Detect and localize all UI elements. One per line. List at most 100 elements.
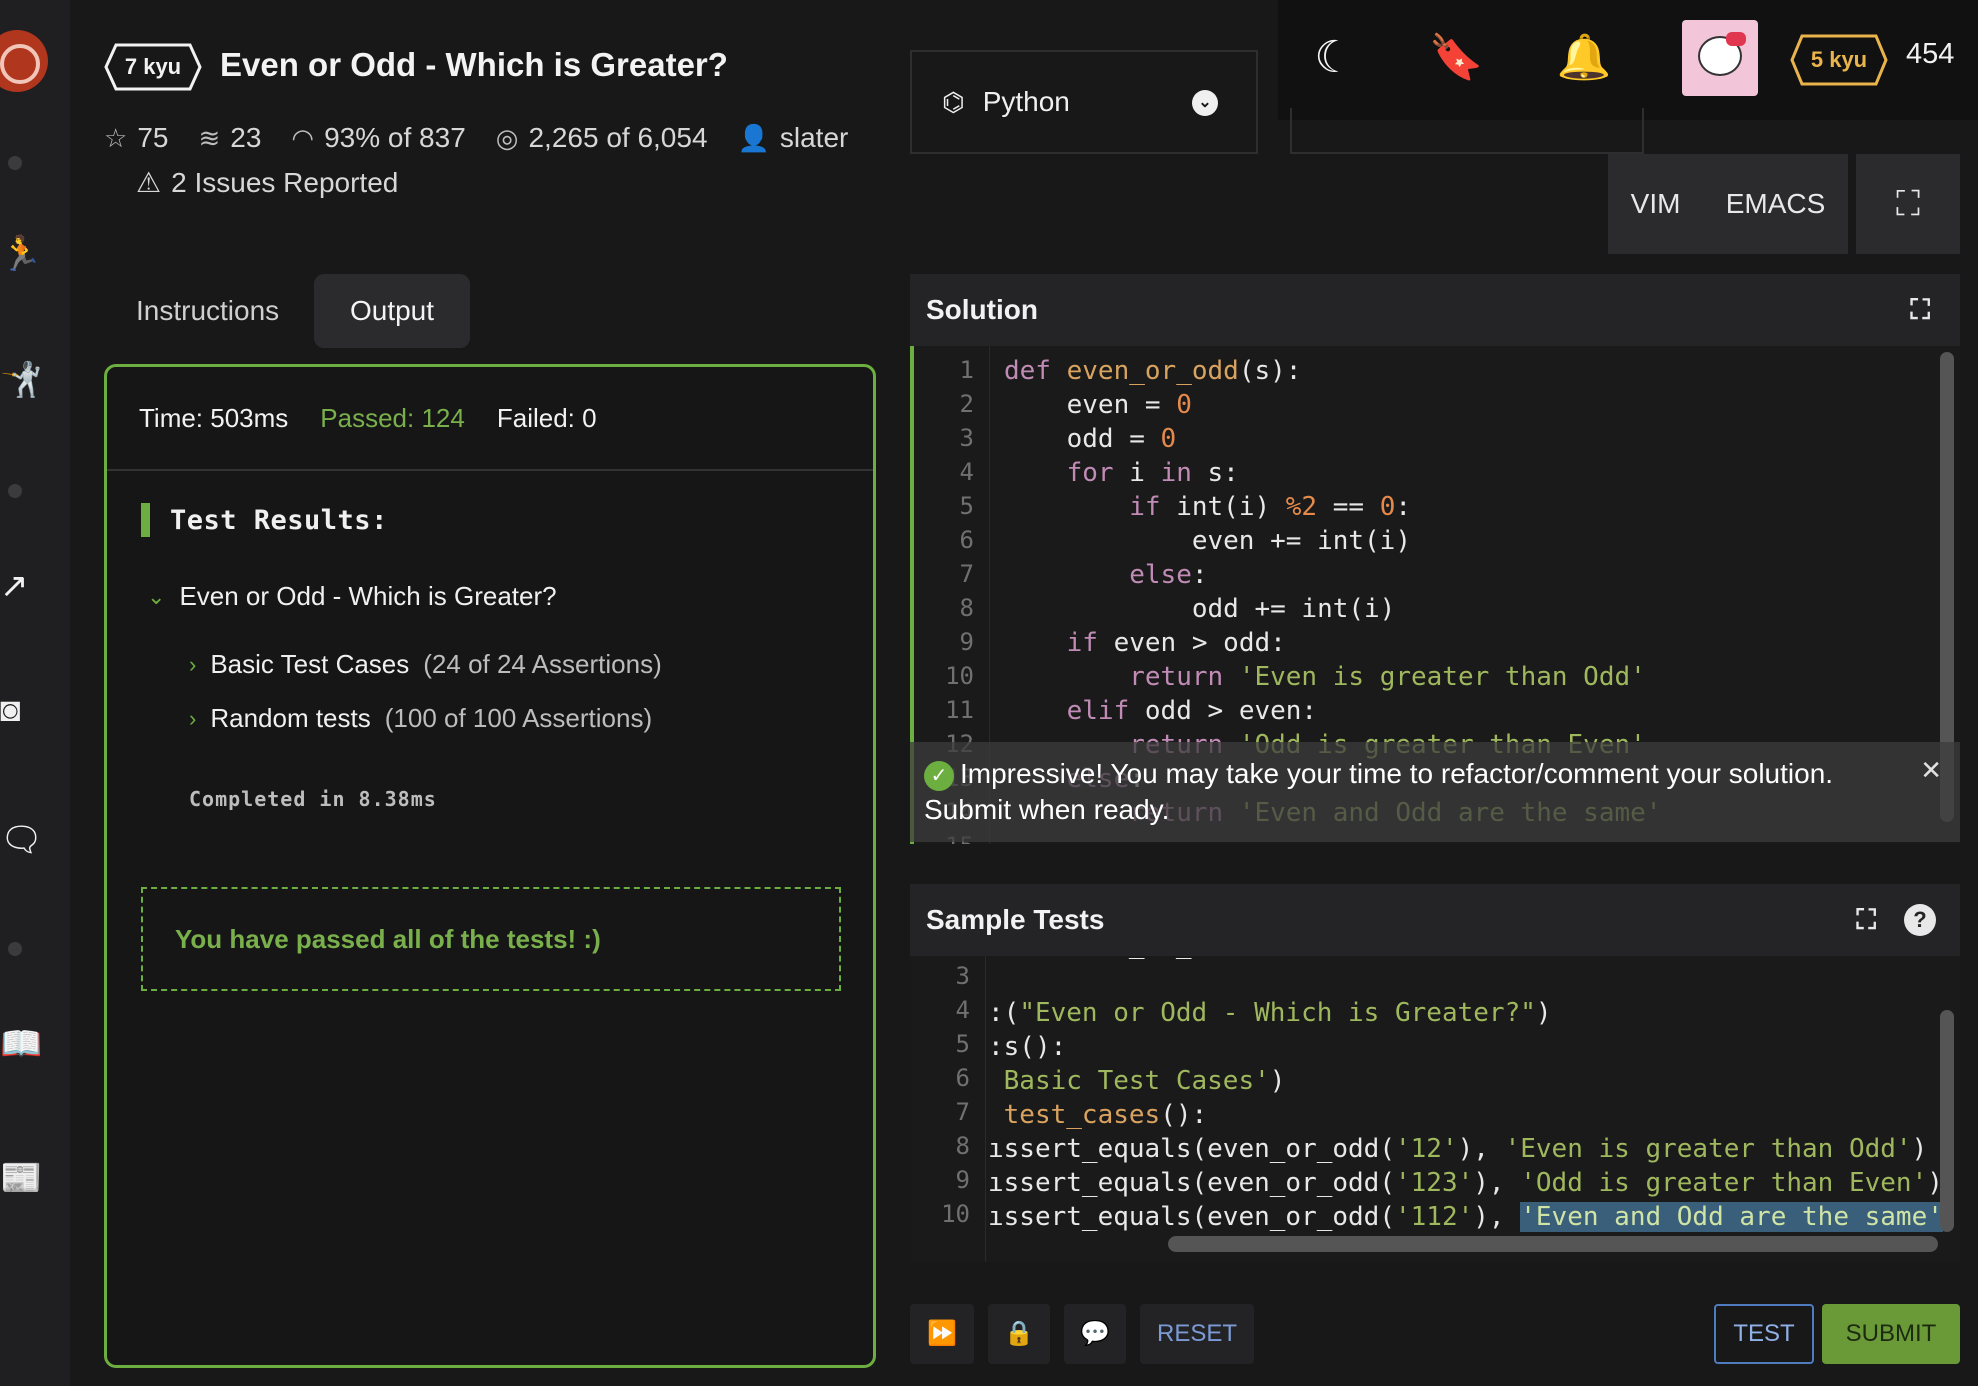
- submit-button[interactable]: SUBMIT: [1822, 1304, 1960, 1364]
- line-number: 1: [959, 356, 974, 384]
- reset-button[interactable]: RESET: [1140, 1304, 1254, 1364]
- expand-icon[interactable]: ⛶: [1856, 904, 1876, 937]
- nav-separator-dot: [8, 484, 22, 498]
- issues-label: 2 Issues Reported: [171, 166, 399, 198]
- line-number: 4: [955, 996, 970, 1024]
- line-number: 3: [955, 962, 970, 990]
- passed-label: Passed: 124: [320, 402, 465, 433]
- line-number: 5: [955, 1030, 970, 1058]
- star-icon: ☆: [104, 122, 128, 153]
- output-panel: Time: 503ms Passed: 124 Failed: 0 Test R…: [104, 364, 876, 1368]
- warning-icon: ⚠: [136, 167, 162, 198]
- docs-book-icon[interactable]: 📖: [0, 1024, 42, 1064]
- line-number: 4: [959, 458, 974, 486]
- user-icon: 👤: [737, 122, 770, 153]
- horizontal-scrollbar[interactable]: [1168, 1236, 1938, 1252]
- avatar-bow: [1726, 32, 1746, 46]
- help-icon[interactable]: ?: [1904, 904, 1936, 936]
- chevron-right-icon: ›: [189, 651, 197, 677]
- line-number: 11: [945, 696, 974, 724]
- collections-stat[interactable]: ≋ 23: [198, 122, 261, 154]
- tab-output[interactable]: Output: [314, 274, 470, 348]
- solution-header: Solution ⛶: [910, 274, 1960, 346]
- test-case-assertions: (24 of 24 Assertions): [423, 649, 662, 679]
- gauge-icon: ◠: [291, 122, 315, 153]
- heading-accent-bar: [141, 503, 150, 537]
- vim-mode-button[interactable]: VIM: [1631, 188, 1681, 220]
- test-suite-name: Even or Odd - Which is Greater?: [179, 581, 557, 611]
- line-number: 7: [955, 1098, 970, 1126]
- editor-mode-bar: VIM EMACS: [1608, 154, 1848, 254]
- line-number: 2: [959, 390, 974, 418]
- sample-tests-editor[interactable]: 3 4 5 6 7 8 9 10 _ _ :("Even or Odd - Which is …: [910, 956, 1960, 1262]
- test-button[interactable]: TEST: [1714, 1304, 1814, 1364]
- dark-mode-moon-icon[interactable]: ☾: [1306, 30, 1362, 86]
- left-nav: 🏃 🤺 ↗ ◙ 🗨 📖 📰: [0, 0, 70, 1386]
- line-number: 6: [959, 526, 974, 554]
- lock-icon[interactable]: 🔒: [988, 1304, 1050, 1364]
- completions-value: 2,265 of 6,054: [528, 122, 708, 153]
- line-number: 7: [959, 560, 974, 588]
- kumite-icon[interactable]: 🤺: [0, 360, 42, 400]
- discussions-icon[interactable]: 🗨: [0, 820, 43, 860]
- failed-label: Failed: 0: [496, 402, 597, 433]
- line-number: 10: [941, 1200, 970, 1228]
- test-case-random[interactable]: › Random tests (100 of 100 Assertions): [189, 703, 652, 734]
- stars-stat[interactable]: ☆ 75: [104, 122, 168, 154]
- bell-icon[interactable]: 🔔: [1556, 30, 1612, 86]
- language-select[interactable]: ⌬ Python ⌄: [910, 50, 1258, 154]
- line-number: 8: [959, 594, 974, 622]
- line-number: 5: [959, 492, 974, 520]
- honor-points[interactable]: 454: [1906, 38, 1954, 71]
- nav-separator-dot: [8, 156, 22, 170]
- python-icon: ⌬: [942, 86, 965, 117]
- leaderboard-icon[interactable]: ↗: [0, 566, 40, 606]
- fullscreen-icon[interactable]: ⛶: [1856, 154, 1960, 254]
- practice-icon[interactable]: 🏃: [0, 234, 42, 274]
- test-suite-toggle[interactable]: ⌄ Even or Odd - Which is Greater?: [147, 581, 557, 612]
- line-number: 9: [959, 628, 974, 656]
- version-select[interactable]: [1290, 108, 1644, 154]
- blog-news-icon[interactable]: 📰: [0, 1158, 42, 1198]
- nav-separator-dot: [8, 942, 22, 956]
- user-rank-badge[interactable]: 5 kyu: [1790, 34, 1888, 86]
- kata-rank-badge: 7 kyu: [104, 43, 202, 91]
- discord-icon[interactable]: ◙: [0, 690, 40, 730]
- satisfaction-stat: ◠ 93% of 837: [291, 122, 465, 154]
- satisfaction-value: 93% of 837: [324, 122, 466, 153]
- author-stat[interactable]: 👤 slater: [738, 122, 849, 154]
- sample-tests-code[interactable]: _ _ :("Even or Odd - Which is Greater?")…: [988, 956, 1959, 1234]
- line-number: 10: [945, 662, 974, 690]
- test-case-name: Random tests: [210, 703, 371, 733]
- vertical-scrollbar[interactable]: [1940, 1010, 1954, 1232]
- avatar[interactable]: [1682, 20, 1758, 96]
- bookmark-icon[interactable]: 🔖: [1428, 30, 1484, 86]
- stars-count: 75: [137, 122, 169, 153]
- fast-forward-icon[interactable]: ⏩: [910, 1304, 974, 1364]
- completed-time: Completed in 8.38ms: [189, 787, 437, 811]
- time-label: Time: 503ms: [139, 402, 289, 433]
- codewars-logo-icon[interactable]: [0, 30, 48, 92]
- close-icon[interactable]: ✕: [1920, 752, 1942, 788]
- tab-instructions[interactable]: Instructions: [108, 274, 308, 348]
- test-case-basic[interactable]: › Basic Test Cases (24 of 24 Assertions): [189, 649, 662, 680]
- comments-icon[interactable]: 💬: [1064, 1304, 1126, 1364]
- success-toast: ✓ Impressive! You may take your time to r…: [910, 742, 1960, 842]
- chevron-right-icon: ›: [189, 705, 197, 731]
- expand-icon[interactable]: ⛶: [1910, 294, 1930, 327]
- passed-message: You have passed all of the tests! :): [175, 923, 601, 954]
- kata-rank-label: 7 kyu: [124, 54, 182, 79]
- line-number-gutter: 3 4 5 6 7 8 9 10: [910, 956, 986, 1262]
- test-results-heading: Test Results:: [141, 503, 388, 537]
- kata-title: Even or Odd - Which is Greater?: [220, 46, 728, 83]
- sample-tests-title: Sample Tests: [926, 904, 1105, 935]
- line-number: 8: [955, 1132, 970, 1160]
- kata-stats: ☆ 75 ≋ 23 ◠ 93% of 837 ◎ 2,265 of 6,054 👤 sla…: [104, 122, 848, 154]
- output-summary: Time: 503ms Passed: 124 Failed: 0: [107, 367, 873, 471]
- line-number: 9: [955, 1166, 970, 1194]
- emacs-mode-button[interactable]: EMACS: [1726, 188, 1826, 220]
- collections-count: 23: [230, 122, 262, 153]
- author-name[interactable]: slater: [780, 122, 848, 154]
- solution-title: Solution: [926, 294, 1038, 325]
- issues-link[interactable]: ⚠ 2 Issues Reported: [136, 166, 398, 199]
